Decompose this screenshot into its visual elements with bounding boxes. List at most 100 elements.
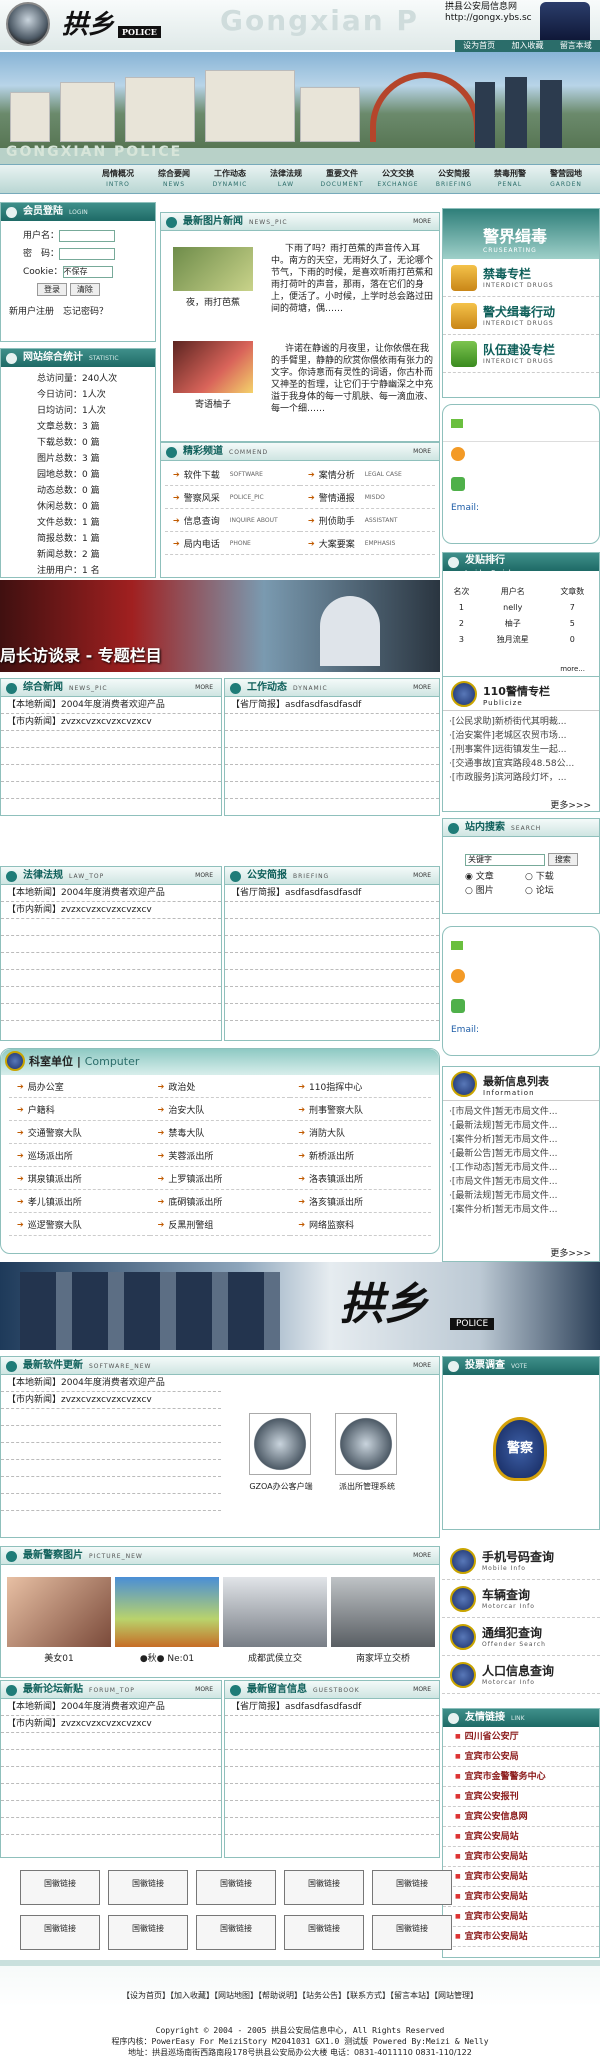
register-link[interactable]: 新用户注册 xyxy=(9,307,54,317)
guestbook-link[interactable]: 留言本域 xyxy=(560,40,592,52)
pic-caption-4[interactable]: 南家坪立交桥 xyxy=(331,1651,435,1664)
app-gzoa-label[interactable]: GZOA办公客户端 xyxy=(241,1481,321,1492)
pic-3[interactable] xyxy=(223,1577,327,1647)
unit-link[interactable]: ➔ 刑事警察大队 xyxy=(290,1098,431,1121)
site-url[interactable]: http://gongx.ybs.sc xyxy=(445,13,532,24)
channel-phone[interactable]: ➔ 局内电话 PHONE xyxy=(165,532,300,555)
nav-intro[interactable]: 局情概况 INTRO xyxy=(96,168,140,190)
pic-4[interactable] xyxy=(331,1577,435,1647)
query-offender[interactable]: 通缉犯查询 Offender Search xyxy=(442,1618,600,1656)
link-button[interactable]: 国徽链接 xyxy=(196,1915,276,1950)
channel-emphasis[interactable]: ➔ 大案要案 EMPHASIS xyxy=(300,532,435,555)
friend-link[interactable]: 宜宾市公安局 xyxy=(443,1747,599,1767)
channel-misdo[interactable]: ➔ 警情通报 MISDO xyxy=(300,486,435,509)
channel-inquire[interactable]: ➔ 信息查询 INQUIRE ABOUT xyxy=(165,509,300,532)
more-link[interactable]: MORE xyxy=(413,1681,431,1699)
app-station-label[interactable]: 派出所管理系统 xyxy=(327,1481,407,1492)
email-label[interactable]: Email: xyxy=(451,1025,479,1035)
list-item[interactable]: 【市内新闻】zvzxcvzxcvzxcvzxcv xyxy=(1,1716,221,1733)
radio-download[interactable]: ○ 下载 xyxy=(525,870,585,884)
query-car[interactable]: 车辆查询 Motorcar Info xyxy=(442,1580,600,1618)
col110-more[interactable]: 更多>>> xyxy=(550,798,591,811)
unit-link[interactable]: ➔ 巡场派出所 xyxy=(9,1144,150,1167)
friend-link[interactable]: 宜宾市公安局站 xyxy=(443,1927,599,1947)
list-item[interactable]: 【本地新闻】2004年度消费者欢迎产品 xyxy=(1,1699,221,1716)
link-button[interactable]: 国徽链接 xyxy=(284,1870,364,1905)
rank-more-link[interactable]: more... xyxy=(560,665,585,673)
pic-caption-3[interactable]: 成都武侯立交 xyxy=(223,1651,327,1664)
link-button[interactable]: 国徽链接 xyxy=(108,1870,188,1905)
list-item[interactable]: 【本地新闻】2004年度消费者欢迎产品 xyxy=(1,885,221,902)
channel-police-pic[interactable]: ➔ 警察风采 POLICE_PIC xyxy=(165,486,300,509)
link-button[interactable]: 国徽链接 xyxy=(372,1870,452,1905)
radio-forum[interactable]: ○ 论坛 xyxy=(525,884,585,898)
list-item[interactable]: ·[交通事故]宜宾路段48.58公... xyxy=(449,757,593,771)
nav-penal[interactable]: 禁毒刑警 PENAL xyxy=(488,168,532,190)
list-item[interactable]: ·[案件分析]暂无市局文件... xyxy=(449,1133,593,1147)
nav-briefing[interactable]: 公安简报 BRIEFING xyxy=(432,168,476,190)
pic-caption-1[interactable]: 美女01 xyxy=(7,1651,111,1664)
latest-info-more[interactable]: 更多>>> xyxy=(550,1246,591,1259)
password-input[interactable] xyxy=(59,247,116,260)
friend-link[interactable]: 宜宾市金警警务中心 xyxy=(443,1767,599,1787)
list-item[interactable]: ·[刑事案件]远街镇发生一起... xyxy=(449,743,593,757)
link-button[interactable]: 国徽链接 xyxy=(108,1915,188,1950)
list-item[interactable]: ·[市政服务]滨河路段灯坏，... xyxy=(449,771,593,785)
drug-link-3[interactable]: 队伍建设专栏 INTERDICT DRUGS xyxy=(443,335,599,373)
friend-link[interactable]: 宜宾公安局站 xyxy=(443,1827,599,1847)
pic-1[interactable] xyxy=(7,1577,111,1647)
pic-2[interactable] xyxy=(115,1577,219,1647)
unit-link[interactable]: ➔ 琪泉镇派出所 xyxy=(9,1167,150,1190)
nav-law[interactable]: 法律法规 LAW xyxy=(264,168,308,190)
list-item[interactable]: ·[市局文件]暂无市局文件... xyxy=(449,1105,593,1119)
more-link[interactable]: MORE xyxy=(413,867,431,885)
search-input[interactable]: 关键字 xyxy=(465,853,545,866)
news-photo-1[interactable] xyxy=(173,247,253,291)
list-item[interactable]: 【省厅简报】asdfasdfasdfasdf xyxy=(225,885,439,902)
channel-assistant[interactable]: ➔ 刑侦助手 ASSISTANT xyxy=(300,509,435,532)
friend-link[interactable]: 宜宾市公安局站 xyxy=(443,1887,599,1907)
list-item[interactable]: ·[治安案件]老城区农贸市场... xyxy=(449,729,593,743)
unit-link[interactable]: ➔ 反黑刑警组 xyxy=(149,1213,291,1236)
radio-picture[interactable]: ○ 图片 xyxy=(465,884,525,898)
friend-link[interactable]: 宜宾市公安局站 xyxy=(443,1867,599,1887)
drug-link-2[interactable]: 警犬缉毒行动 INTERDICT DRUGS xyxy=(443,297,599,335)
more-link[interactable]: MORE xyxy=(413,1357,431,1375)
unit-link[interactable]: ➔ 巡逻警察大队 xyxy=(9,1213,150,1236)
nav-news[interactable]: 综合要闻 NEWS xyxy=(152,168,196,190)
search-button[interactable]: 搜索 xyxy=(547,853,578,866)
more-link[interactable]: MORE xyxy=(413,443,431,461)
unit-link[interactable]: ➔ 治安大队 xyxy=(149,1098,291,1121)
footer-links[interactable]: 【设为首页】【加入收藏】【网站地图】【帮助说明】【站务公告】【联系方式】【留言本… xyxy=(0,1990,600,2001)
more-link[interactable]: MORE xyxy=(413,213,431,231)
forgot-link[interactable]: 忘记密码？ xyxy=(63,307,108,317)
friend-link[interactable]: 宜宾市公安局站 xyxy=(443,1847,599,1867)
list-item[interactable]: 【本地新闻】2004年度消费者欢迎产品 xyxy=(1,697,221,714)
nav-dynamic[interactable]: 工作动态 DYNAMIC xyxy=(208,168,252,190)
link-button[interactable]: 国徽链接 xyxy=(20,1915,100,1950)
app-station-icon[interactable] xyxy=(335,1413,397,1475)
more-link[interactable]: MORE xyxy=(195,1681,213,1699)
cookie-select[interactable]: 不保存 xyxy=(62,265,113,278)
query-mobile[interactable]: 手机号码查询 Mobile Info xyxy=(442,1542,600,1580)
channel-software[interactable]: ➔ 软件下载 SOFTWARE xyxy=(165,463,300,486)
news-photo-2[interactable] xyxy=(173,341,253,393)
list-item[interactable]: ·[工作动态]暂无市局文件... xyxy=(449,1161,593,1175)
unit-link[interactable]: ➔ 交通警察大队 xyxy=(9,1121,150,1144)
list-item[interactable]: ·[最新公告]暂无市局文件... xyxy=(449,1147,593,1161)
list-item[interactable]: 【本地新闻】2004年度消费者欢迎产品 xyxy=(1,1375,221,1392)
username-input[interactable] xyxy=(59,229,116,242)
app-gzoa-icon[interactable] xyxy=(249,1413,311,1475)
list-item[interactable]: 【省厅简报】asdfasdfasdfasdf xyxy=(225,697,439,714)
list-item[interactable]: 【市内新闻】zvzxcvzxcvzxcvzxcv xyxy=(1,1392,221,1409)
unit-link[interactable]: ➔ 110指挥中心 xyxy=(290,1075,431,1098)
clear-button[interactable]: 清除 xyxy=(69,283,100,296)
link-button[interactable]: 国徽链接 xyxy=(196,1870,276,1905)
unit-link[interactable]: ➔ 上罗镇派出所 xyxy=(149,1167,291,1190)
unit-link[interactable]: ➔ 孝儿镇派出所 xyxy=(9,1190,150,1213)
friend-link[interactable]: 四川省公安厅 xyxy=(443,1727,599,1747)
add-favorite-link[interactable]: 加入收藏 xyxy=(511,40,543,52)
more-link[interactable]: MORE xyxy=(195,679,213,697)
radio-article[interactable]: ◉ 文章 xyxy=(465,870,525,884)
link-button[interactable]: 国徽链接 xyxy=(284,1915,364,1950)
